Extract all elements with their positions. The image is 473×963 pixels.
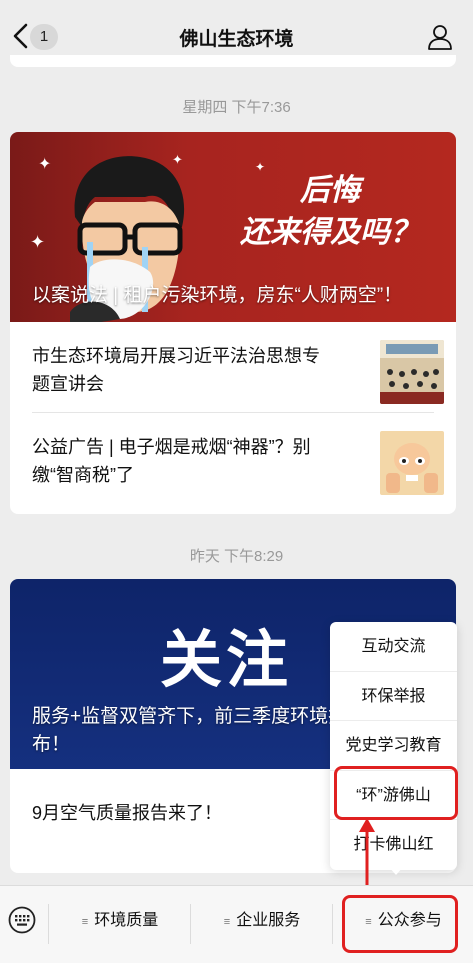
tab-enterprise-services[interactable]: ≡ 企业服务 [192,900,332,942]
menu-item-interaction[interactable]: 互动交流 [330,622,457,672]
cover-headline: 关注 [160,626,293,695]
user-profile-icon[interactable] [427,24,453,50]
page-title: 佛山生态环境 [179,29,294,50]
popup-pointer [388,866,404,875]
divider [48,904,49,944]
article-list-item[interactable]: 市生态环境局开展习近平法治思想专题宣讲会 [32,322,444,412]
divider [190,904,191,944]
cover-headline: 后悔 还来得及吗？ [240,174,420,249]
tab-environment-quality[interactable]: ≡ 环境质量 [50,900,190,942]
article-thumbnail [380,340,444,404]
star-icon: ✦ [30,232,46,252]
article-list-item[interactable]: 公益广告 | 电子烟是戒烟“神器”？别缴“智商税”了 [32,413,444,503]
highlight-box [342,895,458,953]
menu-lines-icon: ≡ [223,916,231,928]
article-title: 公益广告 | 电子烟是戒烟“神器”？别缴“智商税”了 [32,437,311,485]
divider [332,904,333,944]
tab-label: 企业服务 [236,912,301,929]
cover-article[interactable]: ✦ ✦ ✦ ✦ 后悔 还来得及吗？ 以案说法 | 租户污染环境，房东“人财两空”… [10,132,456,322]
cover-article-title: 以案说法 | 租户污染环境，房东“人财两空”！ [32,285,403,306]
article-thumbnail [380,431,444,495]
previous-card-edge [10,55,456,67]
menu-lines-icon: ≡ [81,916,89,928]
menu-item-checkin-red[interactable]: 打卡佛山红 [330,820,457,870]
menu-item-party-history[interactable]: 党史学习教育 [330,721,457,771]
submenu-popup: 互动交流 环保举报 党史学习教育 “环”游佛山 打卡佛山红 [330,622,457,870]
message-timestamp: 昨天 下午8:29 [189,548,284,565]
tab-label: 环境质量 [94,912,159,929]
message-timestamp: 星期四 下午7:36 [182,99,291,116]
article-title: 9月空气质量报告来了！ [32,803,223,823]
menu-item-report[interactable]: 环保举报 [330,672,457,722]
article-title: 市生态环境局开展习近平法治思想专题宣讲会 [32,346,320,394]
article-card: ✦ ✦ ✦ ✦ 后悔 还来得及吗？ 以案说法 | 租户污染环境，房东“人财两空”… [10,132,456,514]
highlight-box [334,766,458,820]
keyboard-icon[interactable] [8,906,36,934]
